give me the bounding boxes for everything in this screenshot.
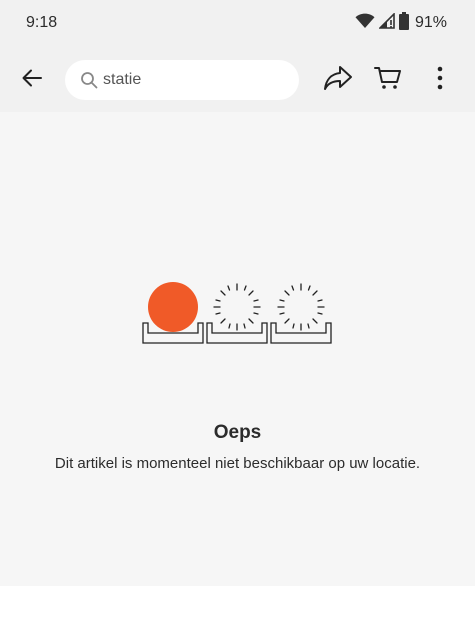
- more-options-button[interactable]: [420, 60, 460, 100]
- empty-state-title: Oeps: [213, 422, 262, 443]
- search-box[interactable]: [65, 60, 299, 100]
- back-button[interactable]: [12, 60, 52, 100]
- share-icon: [323, 65, 353, 96]
- toolbar: [0, 48, 475, 112]
- status-time: 9:18: [26, 14, 58, 31]
- empty-slot-burst-2: [277, 283, 325, 331]
- cart-button[interactable]: [368, 60, 408, 100]
- arrow-left-icon: [20, 66, 44, 95]
- search-icon: [79, 70, 99, 90]
- content-area: Oeps Dit artikel is momenteel niet besch…: [0, 112, 475, 586]
- empty-state-message: Dit artikel is momenteel niet beschikbaa…: [54, 455, 421, 472]
- status-icons: 91%: [355, 11, 447, 35]
- battery-icon: [398, 11, 409, 35]
- empty-slot-burst-1: [213, 283, 261, 331]
- filled-circle: [148, 282, 198, 332]
- search-input[interactable]: [103, 71, 283, 89]
- wifi-icon: [355, 13, 375, 34]
- empty-state-illustration: [140, 280, 336, 346]
- share-button[interactable]: [318, 60, 358, 100]
- battery-percent: 91%: [414, 14, 447, 31]
- status-bar: 9:18 91%: [0, 0, 475, 48]
- more-vertical-icon: [437, 66, 443, 95]
- cell-signal-icon: [378, 11, 395, 34]
- cart-icon: [374, 65, 402, 96]
